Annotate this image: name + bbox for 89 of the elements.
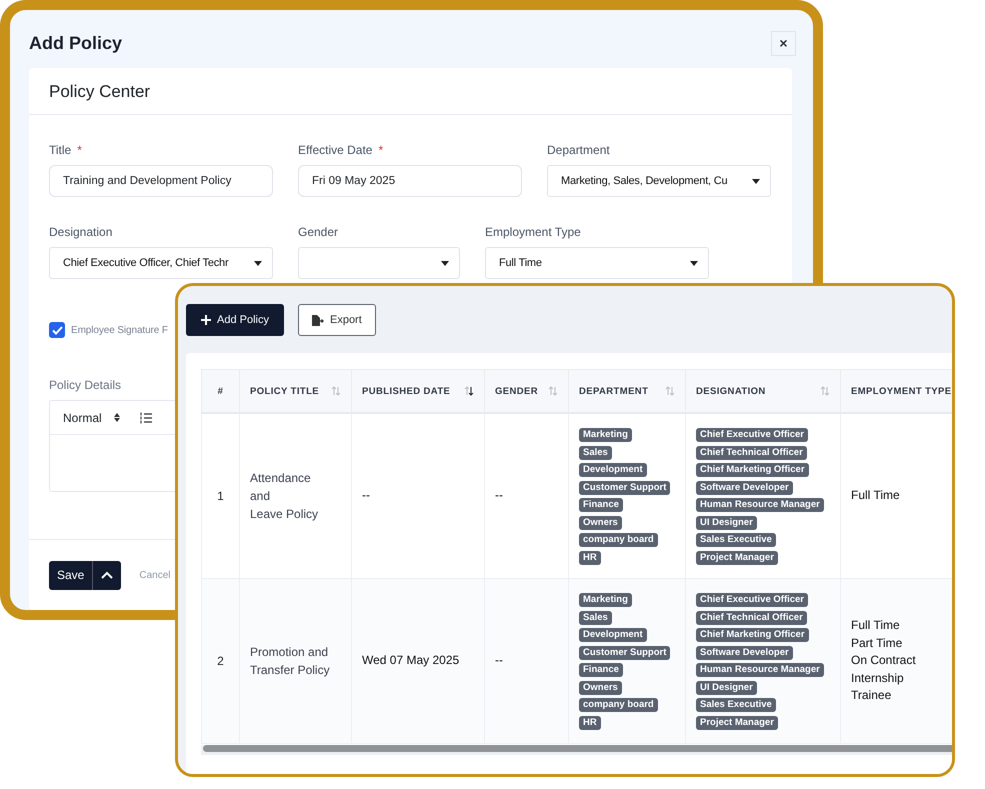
tag: Customer Support	[579, 480, 670, 494]
caret-icon	[441, 260, 449, 266]
tag: Chief Executive Officer	[696, 593, 808, 607]
table-cell: --	[495, 488, 503, 502]
close-button[interactable]: ×	[771, 30, 796, 56]
tag: Development	[579, 628, 647, 642]
column-header: DESIGNATION	[696, 386, 766, 396]
tag: Chief Executive Officer	[696, 428, 808, 442]
tag: Project Manager	[696, 550, 778, 564]
horizontal-scrollbar[interactable]	[203, 745, 952, 752]
tag: Project Manager	[696, 716, 778, 730]
employment-type: Part Time	[851, 634, 904, 652]
card-title: Policy Center	[29, 68, 792, 115]
select-field[interactable]: Marketing, Sales, Development, Cu	[547, 165, 771, 197]
table-cell: --	[362, 488, 370, 502]
tag: Customer Support	[579, 646, 670, 660]
checkbox[interactable]	[49, 322, 65, 338]
policy-title: Promotion and	[250, 644, 330, 661]
chevron-up-icon[interactable]	[101, 571, 114, 579]
tag: Chief Technical Officer	[696, 610, 807, 624]
field-label: Gender	[298, 225, 338, 239]
tag: Finance	[579, 498, 623, 512]
employment-type: Internship	[851, 670, 905, 687]
column-header: #	[218, 386, 224, 396]
field-label: Designation	[49, 225, 112, 239]
select-field[interactable]	[298, 247, 460, 279]
column-header: GENDER	[495, 386, 538, 396]
select-field[interactable]: Full Time	[485, 247, 709, 279]
row-number: 1	[217, 489, 224, 503]
ordered-list-icon[interactable]	[140, 412, 152, 424]
tag: Marketing	[579, 428, 632, 442]
sort-arrows-icon	[114, 413, 120, 422]
save-split-button[interactable]: Save	[49, 560, 122, 590]
tag: Sales Executive	[696, 698, 776, 712]
tag: Software Developer	[696, 480, 793, 494]
field-label: Policy Details	[49, 378, 122, 392]
tag: UI Designer	[696, 680, 757, 694]
tag: Human Resource Manager	[696, 498, 824, 512]
column-header: EMPLOYMENT TYPE	[851, 386, 952, 396]
tag: Sales	[579, 610, 612, 624]
tag: Sales Executive	[696, 533, 776, 547]
table-cell: --	[495, 653, 503, 668]
tag: Finance	[579, 663, 623, 677]
employment-type: On Contract	[851, 652, 917, 670]
required-mark: *	[378, 143, 384, 157]
tag: company board	[579, 533, 658, 547]
sort-icon[interactable]	[464, 386, 474, 396]
tag: Marketing	[579, 593, 632, 607]
caret-icon	[254, 260, 262, 266]
format-dropdown[interactable]: Normal	[63, 410, 102, 424]
add-policy-button[interactable]: Add Policy	[186, 304, 284, 336]
employment-type: Trainee	[851, 687, 892, 704]
tag: company board	[579, 698, 658, 712]
text-field[interactable]: Training and Development Policy	[49, 165, 273, 197]
export-button[interactable]: Export	[298, 304, 376, 336]
column-header: DEPARTMENT	[579, 386, 648, 396]
policy-title: Transfer Policy	[250, 662, 331, 679]
tag: Chief Marketing Officer	[696, 463, 809, 477]
field-label: Employment Type	[485, 225, 581, 239]
checkbox-label: Employee Signature F	[71, 324, 168, 336]
tag: Chief Technical Officer	[696, 446, 807, 460]
caret-icon	[690, 260, 698, 266]
employment-type: Full Time	[851, 487, 901, 504]
row-number: 2	[217, 654, 224, 668]
column-header: POLICY TITLE	[250, 386, 320, 396]
employment-type: Full Time	[851, 617, 901, 634]
select-field[interactable]: Chief Executive Officer, Chief Techr	[49, 247, 273, 279]
field-label: Department	[547, 143, 610, 157]
tag: HR	[579, 716, 601, 730]
policy-title: Leave Policy	[250, 506, 320, 523]
field-label: Title	[49, 143, 72, 157]
dialog-title: Add Policy	[29, 32, 122, 54]
tag: Owners	[579, 680, 622, 694]
field-label: Effective Date	[298, 143, 372, 157]
caret-icon	[752, 178, 760, 184]
tag: UI Designer	[696, 516, 757, 530]
plus-icon	[201, 315, 211, 325]
column-header: PUBLISHED DATE	[362, 386, 450, 396]
tag: Owners	[579, 516, 622, 530]
text-field[interactable]: Fri 09 May 2025	[298, 165, 522, 197]
tag: Software Developer	[696, 646, 793, 660]
required-mark: *	[77, 143, 82, 157]
tag: Chief Marketing Officer	[696, 628, 809, 642]
tag: HR	[579, 550, 601, 564]
tag: Development	[579, 463, 647, 477]
file-export-icon	[312, 314, 324, 326]
table-cell: Wed 07 May 2025	[362, 653, 460, 668]
tag: Sales	[579, 446, 612, 460]
tag: Human Resource Manager	[696, 663, 824, 677]
